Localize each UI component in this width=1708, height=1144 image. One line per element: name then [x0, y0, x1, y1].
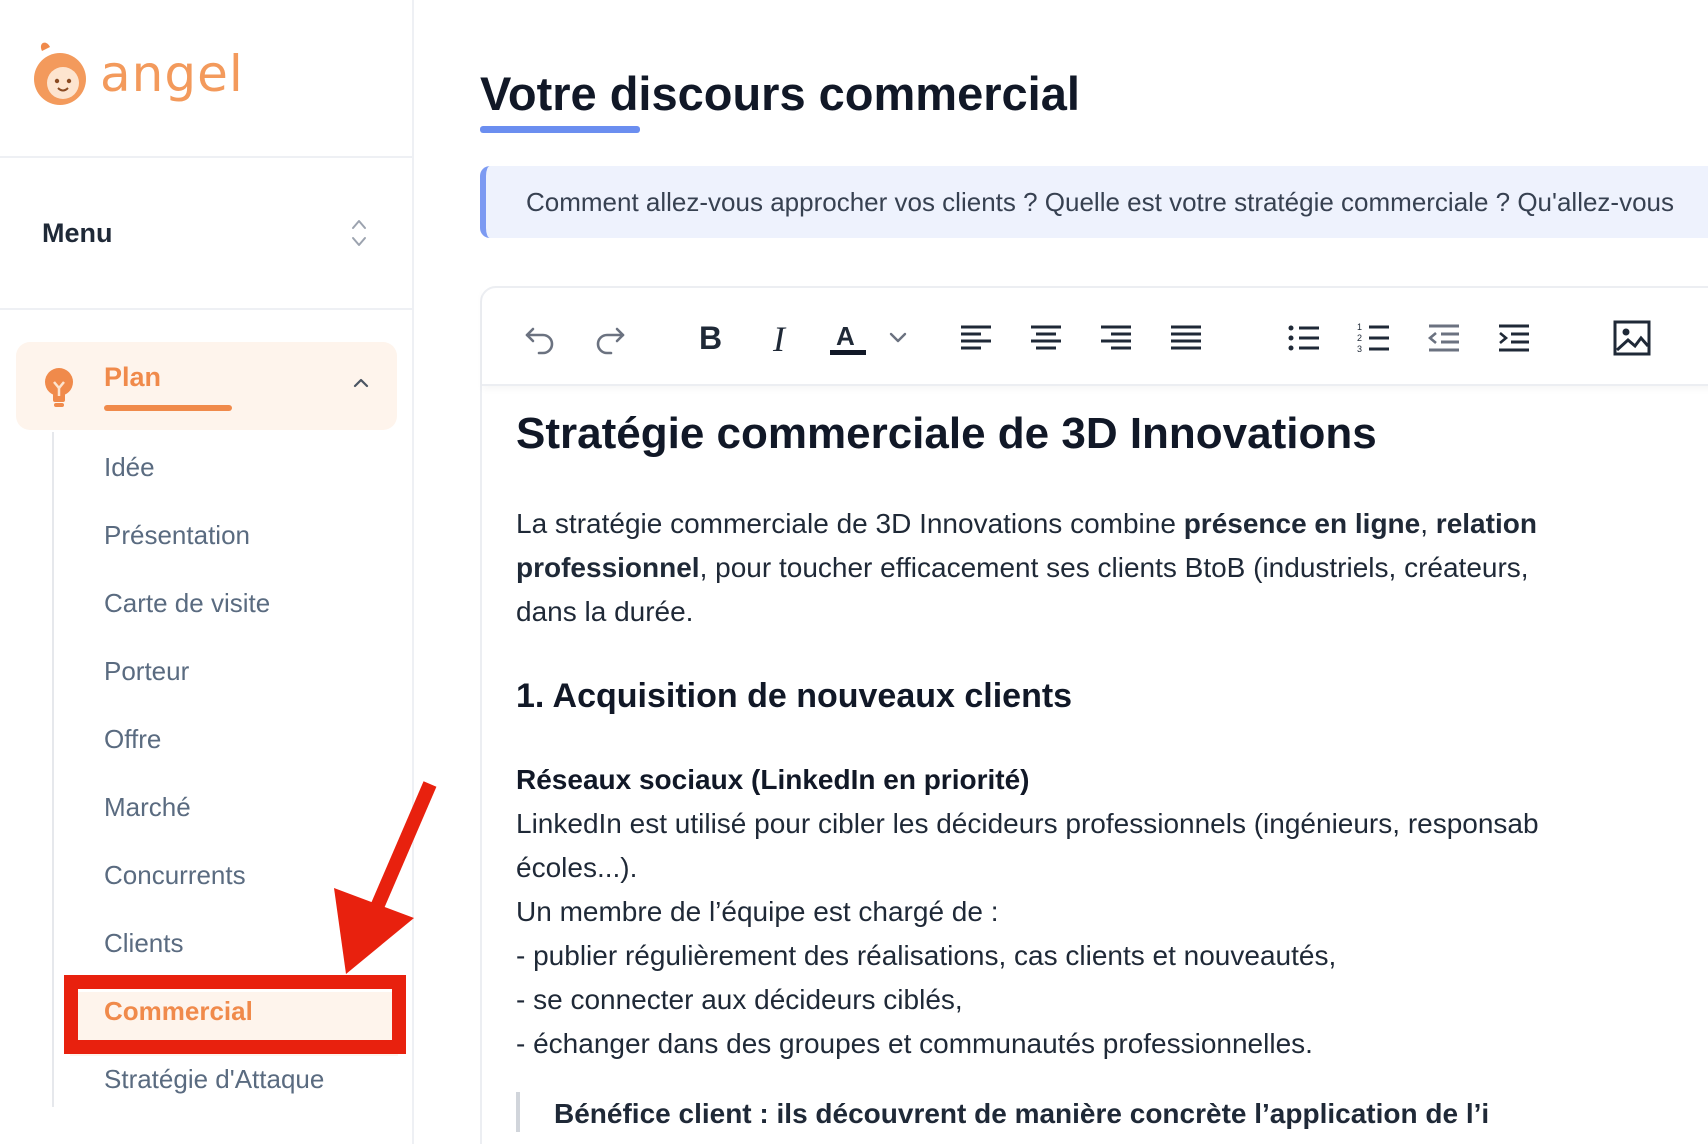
intro-text: La stratégie commerciale de 3D Innovatio…: [516, 508, 1184, 539]
indent-icon[interactable]: [1492, 316, 1536, 360]
intro-text: ,: [1420, 508, 1436, 539]
numbered-list-icon[interactable]: 123: [1352, 316, 1396, 360]
main-content: Votre discours commercial Comment allez-…: [414, 0, 1708, 1144]
divider: [0, 308, 414, 310]
brand-logo[interactable]: angel: [30, 34, 244, 114]
svg-text:2: 2: [1357, 333, 1362, 343]
sidebar-item-concurrents[interactable]: Concurrents: [104, 860, 246, 891]
plan-active-indicator: [104, 405, 232, 411]
document-heading: Stratégie commerciale de 3D Innovations: [516, 409, 1377, 458]
menu-selector[interactable]: Menu: [0, 158, 412, 308]
image-icon[interactable]: [1610, 316, 1654, 360]
sidebar-item-marche[interactable]: Marché: [104, 792, 191, 823]
tree-line: [52, 432, 54, 1107]
italic-icon[interactable]: I: [758, 316, 802, 360]
bullet-list-icon[interactable]: [1282, 316, 1326, 360]
intro-bold-3: professionnel: [516, 552, 700, 583]
lightbulb-icon: [45, 368, 73, 407]
chevron-down-icon[interactable]: [876, 316, 920, 360]
intro-paragraph: La stratégie commerciale de 3D Innovatio…: [516, 502, 1708, 634]
sidebar-item-presentation[interactable]: Présentation: [104, 520, 250, 551]
rich-text-editor[interactable]: B I A 1 2 3 Stratégie commerciale de 3D …: [480, 286, 1708, 1144]
brand-name: angel: [100, 45, 244, 103]
text-color-icon[interactable]: A: [826, 316, 870, 360]
editor-toolbar: B I A 1 2 3: [482, 288, 1708, 386]
page-title: Votre discours commercial: [480, 67, 1080, 120]
sidebar-item-offre[interactable]: Offre: [104, 724, 161, 755]
sidebar-item-carte-de-visite[interactable]: Carte de visite: [104, 588, 270, 619]
body-line: - échanger dans des groupes et communaut…: [516, 1028, 1313, 1059]
body-line: Un membre de l’équipe est chargé de :: [516, 896, 999, 927]
blockquote: Bénéfice client : ils découvrent de mani…: [516, 1092, 1708, 1132]
align-right-icon[interactable]: [1094, 316, 1138, 360]
svg-text:I: I: [772, 321, 787, 355]
title-underline: [480, 126, 640, 133]
align-justify-icon[interactable]: [1164, 316, 1208, 360]
sidebar-item-idee[interactable]: Idée: [104, 452, 155, 483]
align-center-icon[interactable]: [1024, 316, 1068, 360]
svg-text:1: 1: [1357, 322, 1362, 332]
svg-text:3: 3: [1357, 344, 1362, 354]
svg-text:B: B: [699, 321, 722, 355]
hint-text: Comment allez-vous approcher vos clients…: [526, 187, 1675, 217]
chevron-up-icon[interactable]: [351, 376, 371, 390]
menu-label: Menu: [42, 217, 113, 248]
intro-bold-2: relation: [1435, 508, 1537, 539]
sidebar-item-clients[interactable]: Clients: [104, 928, 183, 959]
sidebar-section-plan[interactable]: Plan: [16, 342, 397, 430]
sidebar-item-porteur[interactable]: Porteur: [104, 656, 189, 687]
body-line: LinkedIn est utilisé pour cibler les déc…: [516, 808, 1539, 839]
body-line: - se connecter aux décideurs ciblés,: [516, 984, 963, 1015]
body-line: écoles...).: [516, 852, 638, 883]
intro-bold-1: présence en ligne: [1183, 508, 1421, 539]
plan-label: Plan: [104, 362, 162, 392]
hint-callout: Comment allez-vous approcher vos clients…: [480, 166, 1708, 238]
editor-content[interactable]: Stratégie commerciale de 3D Innovations …: [516, 406, 1708, 1132]
undo-icon[interactable]: [518, 316, 562, 360]
align-left-icon[interactable]: [954, 316, 998, 360]
body-line: - publier régulièrement des réalisations…: [516, 940, 1337, 971]
outdent-icon[interactable]: [1422, 316, 1466, 360]
angel-mascot-icon: [34, 42, 86, 105]
sidebar-item-strategie-attaque[interactable]: Stratégie d'Attaque: [104, 1064, 324, 1095]
subsection-heading: Réseaux sociaux (LinkedIn en priorité): [516, 764, 1030, 795]
bold-icon[interactable]: B: [688, 316, 732, 360]
chevron-updown-icon: [352, 220, 366, 246]
redo-icon[interactable]: [588, 316, 632, 360]
intro-text: , pour toucher efficacement ses clients …: [699, 552, 1529, 583]
section-heading: 1. Acquisition de nouveaux clients: [516, 677, 1073, 715]
svg-text:A: A: [836, 321, 855, 351]
intro-text: dans la durée.: [516, 596, 694, 627]
highlight-annotation-box: [64, 975, 406, 1054]
